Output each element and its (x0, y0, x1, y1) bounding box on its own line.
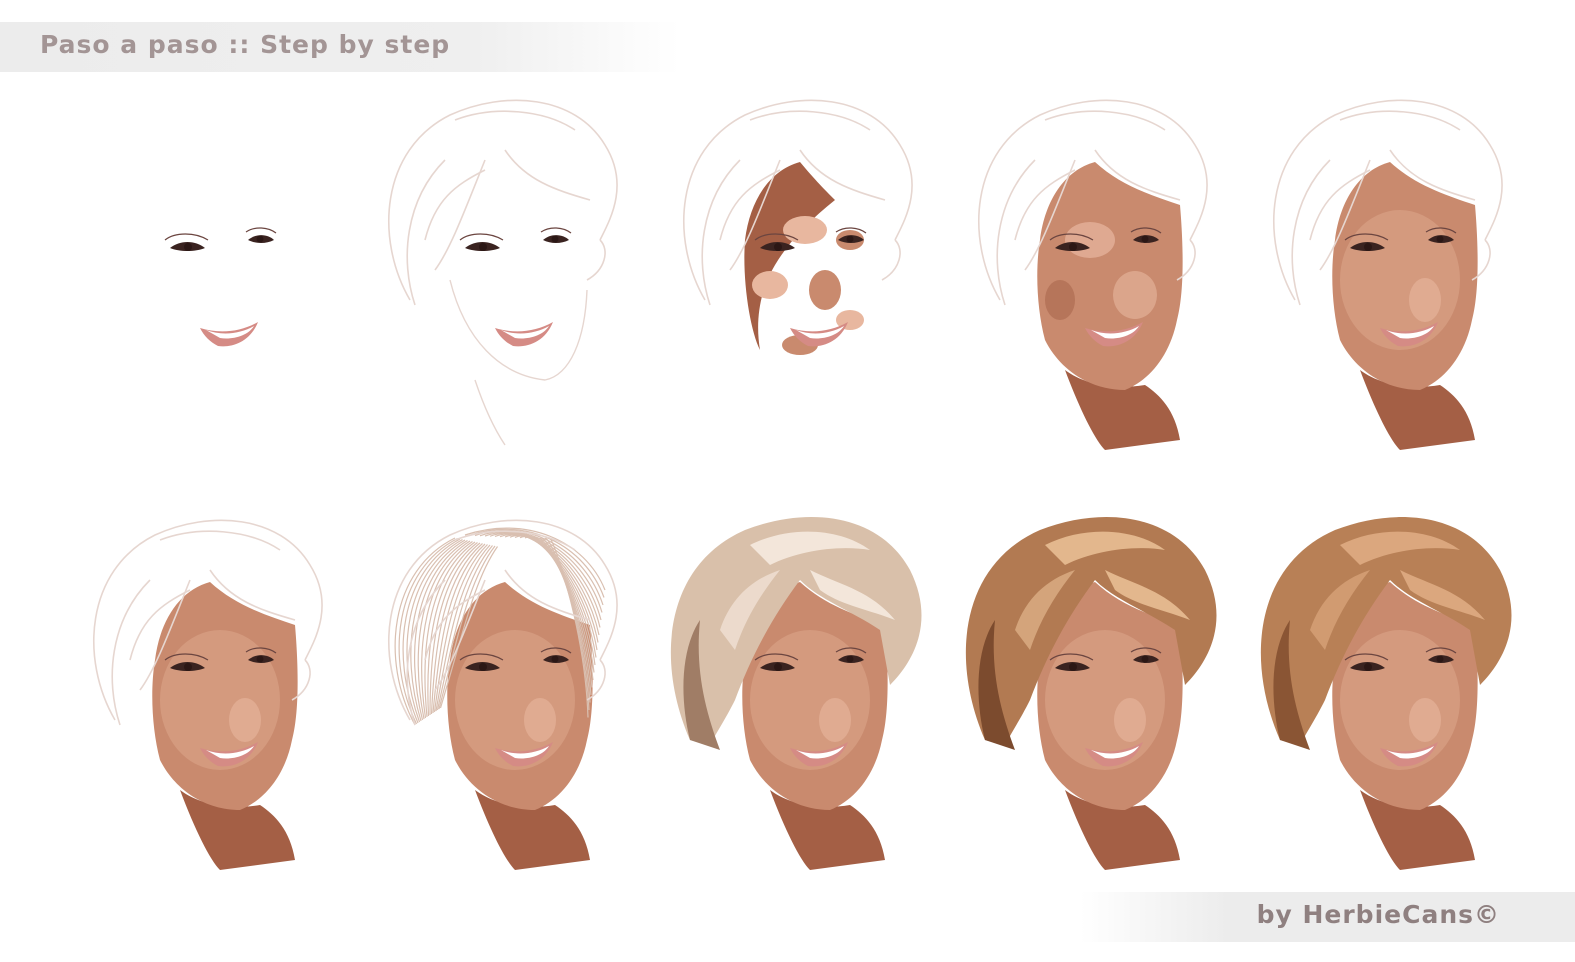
portrait-step-9 (945, 510, 1245, 880)
portrait-step-6 (60, 510, 360, 880)
portrait-step-8 (650, 510, 950, 880)
portrait-step-4 (945, 90, 1245, 460)
portrait-step-1 (60, 90, 360, 460)
portrait-step-3 (650, 90, 950, 460)
author-credit: by HerbieCans© (1256, 900, 1500, 929)
portrait-step-2 (355, 90, 655, 460)
page-title: Paso a paso :: Step by step (40, 30, 451, 59)
portrait-step-10 (1240, 510, 1540, 880)
portrait-step-7 (355, 510, 655, 880)
portrait-step-5 (1240, 90, 1540, 460)
